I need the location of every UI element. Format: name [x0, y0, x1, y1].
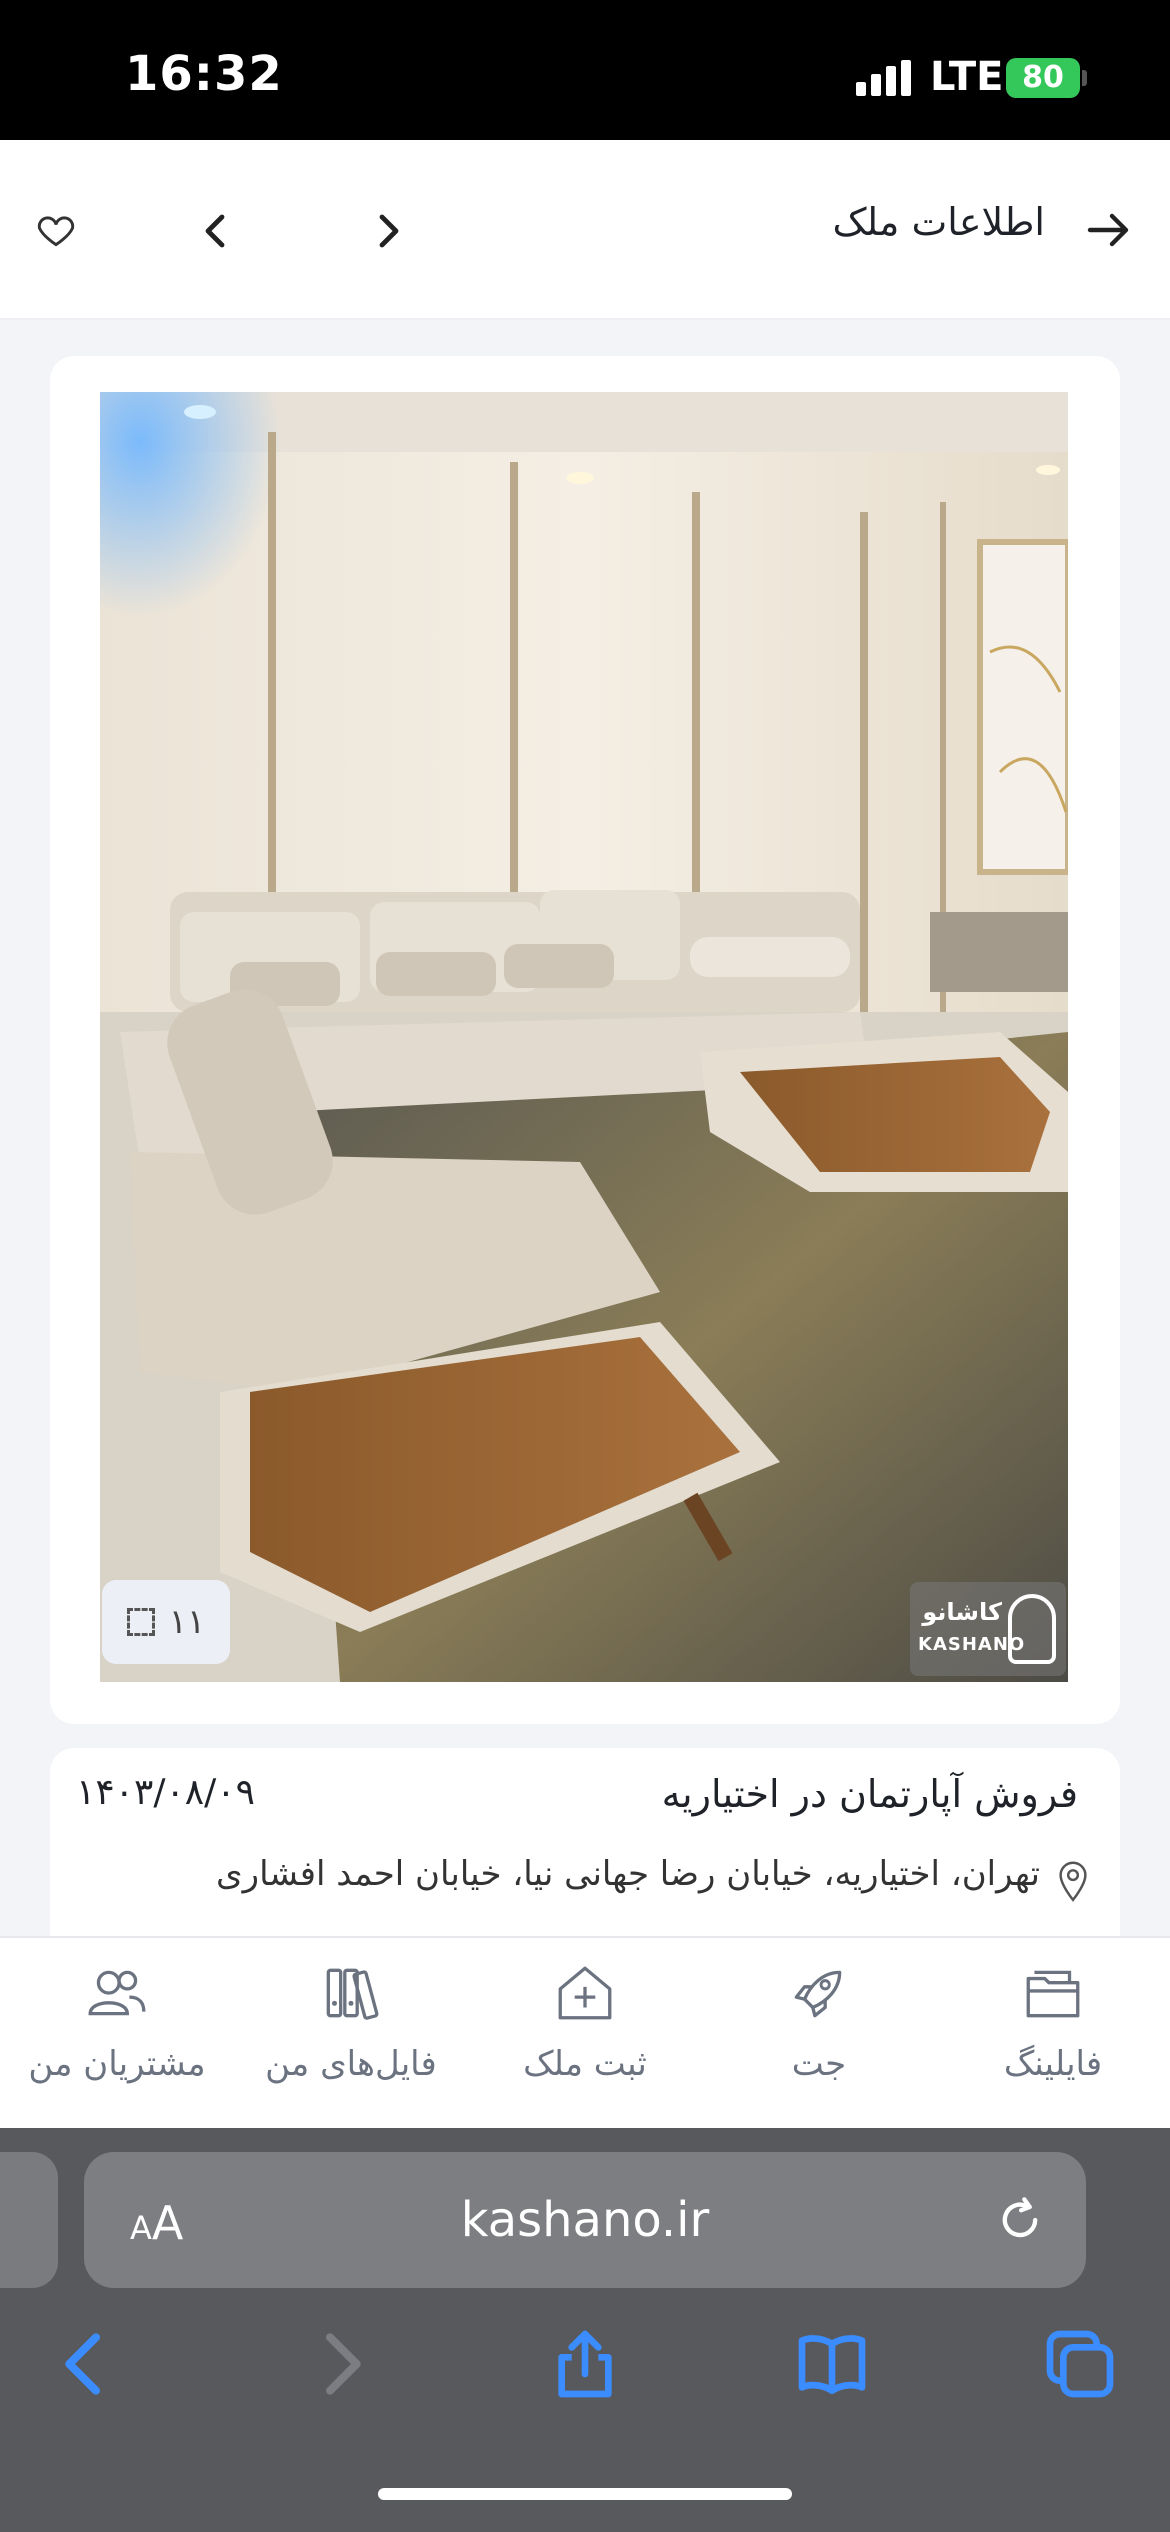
- add-property-icon: [558, 1966, 612, 2020]
- kashano-watermark: کاشانو KASHANO: [910, 1582, 1066, 1676]
- url-text[interactable]: kashano.ir: [84, 2192, 1086, 2248]
- chevron-left-icon[interactable]: [196, 206, 236, 256]
- image-card: ۱۱ کاشانو KASHANO: [50, 356, 1120, 1724]
- files-icon: [326, 1968, 379, 2020]
- expand-icon: [126, 1608, 155, 1636]
- listing-date: ۱۴۰۳/۰۸/۰۹: [76, 1772, 255, 1813]
- nav-item-my-files[interactable]: فایل‌های من: [234, 1960, 468, 2120]
- rocket-icon: [794, 1970, 842, 2018]
- property-photo[interactable]: ۱۱ کاشانو KASHANO: [100, 392, 1068, 1682]
- bookmarks-icon[interactable]: [792, 2324, 872, 2404]
- kashano-logo-icon: [1008, 1594, 1056, 1664]
- nav-label: فایل‌های من: [265, 2044, 437, 2084]
- status-time: 16:32: [125, 46, 283, 102]
- nav-item-filing[interactable]: فایلینگ: [936, 1960, 1170, 2120]
- app-header: اطلاعات ملک: [0, 140, 1170, 320]
- location-pin-icon: [1059, 1861, 1087, 1902]
- home-indicator: [378, 2488, 792, 2500]
- living-room-image: [100, 392, 1068, 1682]
- favorite-heart-icon[interactable]: [34, 208, 78, 252]
- nav-label: ثبت ملک: [523, 2044, 647, 2084]
- battery-tip: [1082, 70, 1087, 86]
- page-title: اطلاعات ملک: [832, 200, 1045, 244]
- nav-item-my-customers[interactable]: مشتریان من: [0, 1960, 234, 2120]
- battery-icon: 80: [1006, 58, 1080, 98]
- status-bar: 16:32 LTE 80: [0, 0, 1170, 140]
- folder-icon: [1026, 1970, 1080, 2018]
- watermark-fa-text: کاشانو: [922, 1598, 1002, 1626]
- address-bar[interactable]: AA kashano.ir: [84, 2152, 1086, 2288]
- back-arrow-icon[interactable]: [1084, 206, 1132, 254]
- listing-address: تهران، اختیاریه، خیابان رضا جهانی نیا، خ…: [216, 1854, 1040, 1894]
- share-icon[interactable]: [545, 2324, 625, 2404]
- nav-label: جت: [791, 2044, 847, 2084]
- listing-info-card: فروش آپارتمان در اختیاریه ۱۴۰۳/۰۸/۰۹ تهر…: [50, 1748, 1120, 1938]
- photo-count: ۱۱: [168, 1602, 206, 1642]
- nav-item-register-property[interactable]: ثبت ملک: [468, 1960, 702, 2120]
- signal-icon: [856, 60, 912, 96]
- users-icon: [88, 1970, 146, 2016]
- bottom-navigation: مشتریان من فایل‌های من ثبت ملک جت: [0, 1936, 1170, 2128]
- nav-label: مشتریان من: [28, 2044, 206, 2084]
- network-label: LTE: [930, 54, 1004, 100]
- battery-level: 80: [1022, 60, 1064, 95]
- browser-back-icon[interactable]: [46, 2324, 126, 2404]
- browser-forward-icon[interactable]: [300, 2324, 380, 2404]
- previous-tab-edge[interactable]: [0, 2152, 58, 2288]
- reload-icon[interactable]: [994, 2194, 1046, 2246]
- nav-item-jet[interactable]: جت: [702, 1960, 936, 2120]
- photo-counter[interactable]: ۱۱: [102, 1580, 230, 1664]
- nav-label: فایلینگ: [1003, 2044, 1103, 2084]
- listing-title: فروش آپارتمان در اختیاریه: [661, 1772, 1078, 1816]
- browser-chrome: AA kashano.ir: [0, 2128, 1170, 2532]
- tabs-icon[interactable]: [1040, 2324, 1120, 2404]
- chevron-right-icon[interactable]: [368, 206, 408, 256]
